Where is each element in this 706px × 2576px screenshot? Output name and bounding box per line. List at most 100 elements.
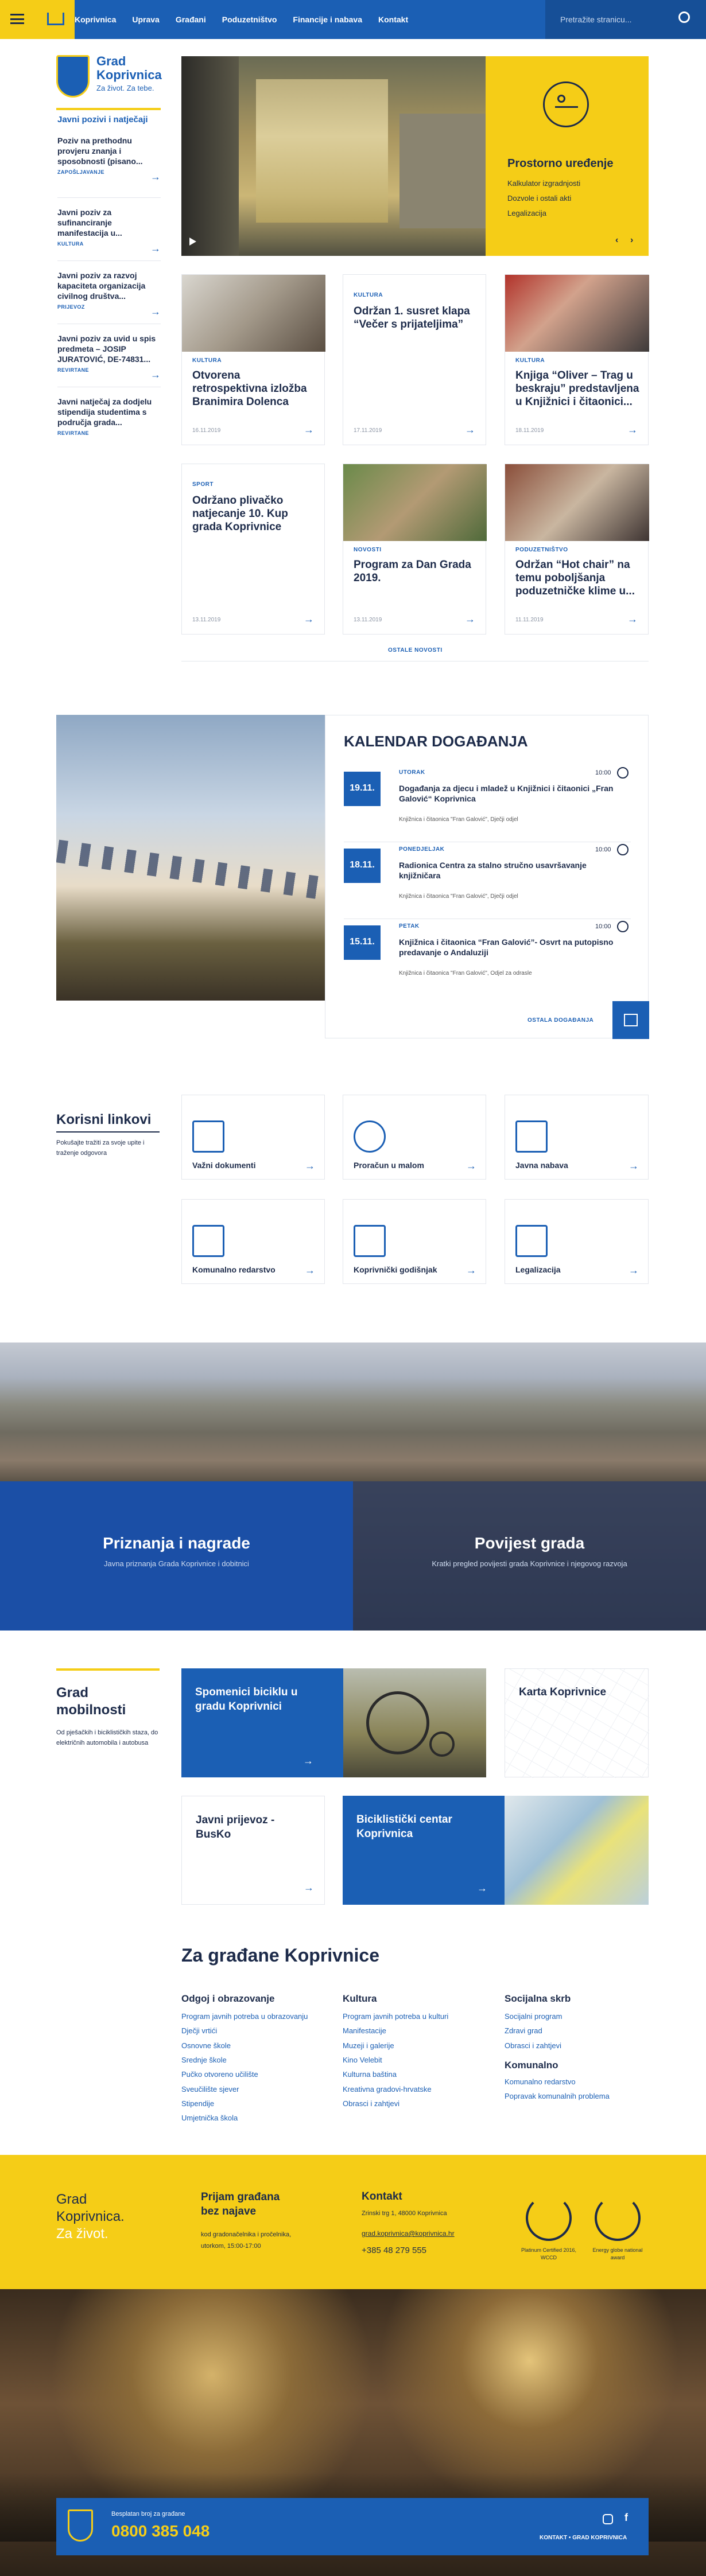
news-tag: KULTURA <box>354 292 383 298</box>
bicycle-monument-image <box>343 1668 486 1777</box>
hero-link[interactable]: Dozvole i ostali akti <box>507 194 571 203</box>
arrow-right-icon[interactable]: → <box>466 1160 476 1172</box>
citizens-link[interactable]: Obrasci i zahtjevi <box>343 2096 486 2111</box>
sidebar-item-title: Javni poziv za uvid u spis predmeta – JO… <box>57 334 156 364</box>
sidebar-item[interactable]: Javni poziv za uvid u spis predmeta – JO… <box>57 324 161 387</box>
citizens-link[interactable]: Socijalni program <box>505 2009 649 2024</box>
citizens-link[interactable]: Zdravi grad <box>505 2024 649 2038</box>
contact-email[interactable]: grad.koprivnica@koprivnica.hr <box>362 2229 455 2238</box>
mobility-card[interactable]: Spomenici biciklu u gradu Koprivnici → <box>181 1668 343 1777</box>
arrow-right-icon[interactable]: → <box>629 1160 639 1172</box>
mobility-card[interactable]: Javni prijevoz - BusKo → <box>181 1796 325 1905</box>
useful-link-card[interactable]: Komunalno redarstvo → <box>181 1199 325 1284</box>
citizens-link[interactable]: Kulturna baština <box>343 2067 486 2081</box>
event-item[interactable]: 18.11. PONEDJELJAK 10:00 Radionica Centr… <box>344 844 631 912</box>
arrow-right-icon[interactable]: → <box>465 613 475 625</box>
arrow-right-icon[interactable]: → <box>627 424 638 436</box>
useful-link-card[interactable]: Koprivnički godišnjak → <box>343 1199 486 1284</box>
event-place: Knjižnica i čitaonica "Fran Galović", Dj… <box>399 893 518 900</box>
citizens-link[interactable]: Komunalno redarstvo <box>505 2075 649 2089</box>
more-news-link[interactable]: OSTALE NOVOSTI <box>388 647 443 653</box>
contact-phone[interactable]: +385 48 279 555 <box>362 2246 426 2255</box>
map-lines <box>505 1669 649 1778</box>
useful-link-card[interactable]: Javna nabava → <box>505 1095 649 1180</box>
citizens-link[interactable]: Pučko otvoreno učilište <box>181 2067 325 2081</box>
arrow-right-icon[interactable]: → <box>304 1882 314 1894</box>
arrow-right-icon[interactable]: → <box>465 424 475 436</box>
citizens-link[interactable]: Program javnih potreba u obrazovanju <box>181 2009 325 2024</box>
arrow-right-icon[interactable]: → <box>150 369 161 381</box>
citizens-link[interactable]: Muzeji i galerije <box>343 2038 486 2053</box>
nav-uprava[interactable]: Uprava <box>132 15 159 24</box>
awards-banner[interactable]: Priznanja i nagrade Javna priznanja Grad… <box>0 1481 353 1631</box>
nav-gradani[interactable]: Građani <box>176 15 206 24</box>
citizens-link[interactable]: Program javnih potreba u kulturi <box>343 2009 486 2024</box>
citizens-link[interactable]: Stipendije <box>181 2096 325 2111</box>
news-image <box>343 464 487 541</box>
search-input[interactable]: Pretražite stranicu... <box>545 0 706 39</box>
hero-panel[interactable]: Prostorno uređenje Kalkulator izgradnjos… <box>486 56 649 256</box>
play-icon[interactable] <box>189 238 196 246</box>
city-logo[interactable]: Grad Koprivnica Za život. Za tebe. <box>56 54 162 106</box>
news-card[interactable]: SPORT Održano plivačko natjecanje 10. Ku… <box>181 464 325 635</box>
arrow-right-icon[interactable]: → <box>150 171 161 183</box>
news-card[interactable]: KULTURA Otvorena retrospektivna izložba … <box>181 274 325 445</box>
hero-link[interactable]: Kalkulator izgradnjosti <box>507 179 580 188</box>
arrow-right-icon[interactable]: → <box>150 243 161 255</box>
arrow-right-icon[interactable]: → <box>629 1264 639 1277</box>
history-banner[interactable]: Povijest grada Kratki pregled povijesti … <box>353 1481 706 1631</box>
arrow-right-icon[interactable]: → <box>304 424 314 436</box>
arrow-right-icon[interactable]: → <box>303 1755 313 1767</box>
calendar-button[interactable] <box>612 1001 649 1039</box>
hero-link[interactable]: Legalizacija <box>507 209 546 217</box>
useful-link-card[interactable]: Legalizacija → <box>505 1199 649 1284</box>
event-item[interactable]: 15.11. PETAK 10:00 Knjižnica i čitaonica… <box>344 921 631 989</box>
citizens-col: Odgoj i obrazovanje Program javnih potre… <box>181 1993 325 2126</box>
hamburger-icon[interactable] <box>10 14 24 24</box>
citizens-link[interactable]: Kino Velebit <box>343 2053 486 2067</box>
chevron-right-icon[interactable]: › <box>630 235 633 246</box>
citizens-link[interactable]: Umjetnička škola <box>181 2111 325 2125</box>
arrow-right-icon[interactable]: → <box>305 1160 315 1172</box>
citizens-link[interactable]: Kreativna gradovi-hrvatske <box>343 2082 486 2096</box>
nav-poduzetnistvo[interactable]: Poduzetništvo <box>222 15 277 24</box>
arrow-right-icon[interactable]: → <box>304 613 314 625</box>
free-number[interactable]: 0800 385 048 <box>111 2522 210 2540</box>
news-card[interactable]: NOVOSTI Program za Dan Grada 2019. 13.11… <box>343 464 487 635</box>
useful-link-card[interactable]: Važni dokumenti → <box>181 1095 325 1180</box>
nav-kontakt[interactable]: Kontakt <box>378 15 408 24</box>
sidebar-item[interactable]: Javni poziv za razvoj kapaciteta organiz… <box>57 260 161 324</box>
citizens-link[interactable]: Sveučilište sjever <box>181 2082 325 2096</box>
instagram-icon[interactable] <box>603 2514 613 2524</box>
nav-financije[interactable]: Financije i nabava <box>293 15 362 24</box>
arrow-right-icon[interactable]: → <box>466 1264 476 1277</box>
bench-icon <box>543 81 589 127</box>
event-item[interactable]: 19.11. UTORAK 10:00 Događanja za djecu i… <box>344 767 631 835</box>
news-card[interactable]: KULTURA Održan 1. susret klapa “Večer s … <box>343 274 486 445</box>
citizens-link[interactable]: Popravak komunalnih problema <box>505 2089 649 2103</box>
mobility-card[interactable]: Biciklistički centar Koprivnica → <box>343 1796 505 1905</box>
citizens-link[interactable]: Dječji vrtići <box>181 2024 325 2038</box>
arrow-right-icon[interactable]: → <box>150 306 161 318</box>
citizens-link[interactable]: Srednje škole <box>181 2053 325 2067</box>
chevron-left-icon[interactable]: ‹ <box>615 235 618 246</box>
facebook-icon[interactable]: f <box>624 2512 628 2524</box>
news-card[interactable]: PODUZETNIŠTVO Održan “Hot chair” na temu… <box>505 464 649 635</box>
arrow-right-icon[interactable]: → <box>477 1882 487 1894</box>
citizens-link[interactable]: Obrasci i zahtjevi <box>505 2038 649 2053</box>
citizens-link[interactable]: Osnovne škole <box>181 2038 325 2053</box>
bottom-links[interactable]: KONTAKT • GRAD KOPRIVNICA <box>540 2535 627 2541</box>
sidebar-item[interactable]: Javni natječaj za dodjelu stipendija stu… <box>57 387 161 450</box>
nav-koprivnica[interactable]: Koprivnica <box>75 15 116 24</box>
arrow-right-icon[interactable]: → <box>305 1264 315 1277</box>
arrow-right-icon[interactable]: → <box>627 613 638 625</box>
news-card[interactable]: KULTURA Knjiga “Oliver – Trag u beskraju… <box>505 274 649 445</box>
col-heading: Odgoj i obrazovanje <box>181 1993 275 2004</box>
sidebar-item[interactable]: Poziv na prethodnu provjeru znanja i spo… <box>57 135 161 197</box>
more-events-link[interactable]: OSTALA DOGAĐANJA <box>527 1017 593 1024</box>
citizens-link[interactable]: Manifestacije <box>343 2024 486 2038</box>
useful-link-card[interactable]: Proračun u malom → <box>343 1095 486 1180</box>
mobility-card[interactable]: Karta Koprivnice <box>505 1668 649 1778</box>
search-icon[interactable] <box>678 11 690 23</box>
sidebar-item[interactable]: Javni poziv za sufinanciranje manifestac… <box>57 197 161 260</box>
